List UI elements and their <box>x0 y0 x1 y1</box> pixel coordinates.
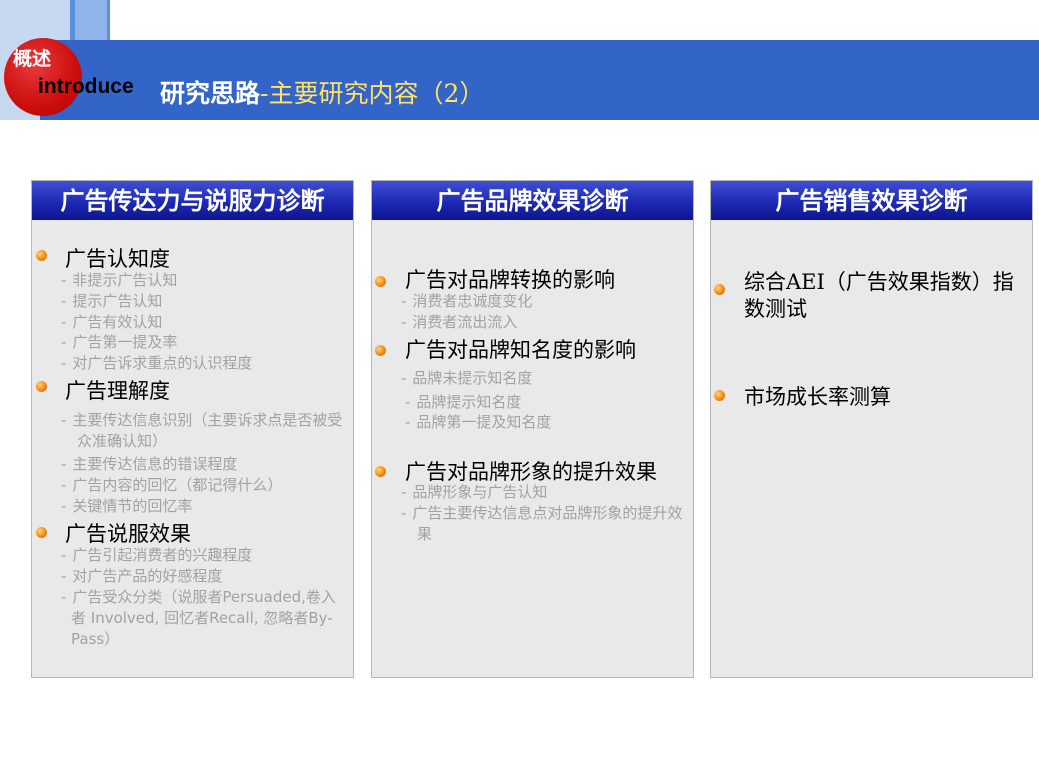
bullet-icon <box>36 527 47 538</box>
section-badge-label: 概述 <box>13 48 52 70</box>
list-item: - 关键情节的回忆率 <box>61 497 193 515</box>
bullet-icon <box>714 284 725 295</box>
group-title: 广告对品牌转换的影响 <box>405 268 615 292</box>
section-badge-sublabel: introduce <box>38 75 134 98</box>
group-title: 广告说服效果 <box>65 522 191 546</box>
list-item: - 对广告产品的好感程度 <box>61 567 223 585</box>
group-title: 广告认知度 <box>65 247 170 271</box>
list-item: - 非提示广告认知 <box>61 271 178 289</box>
bullet-icon <box>714 390 725 401</box>
list-item: - 品牌提示知名度 <box>405 393 522 411</box>
page-title: 研究思路-主要研究内容（2） <box>160 74 484 110</box>
group-title: 市场成长率测算 <box>744 385 891 409</box>
list-item: - 广告有效认知 <box>61 313 163 331</box>
group-title: 广告对品牌知名度的影响 <box>405 338 636 362</box>
column-brand: 广告品牌效果诊断 广告对品牌转换的影响 - 消费者忠诚度变化 - 消费者流出流入 广… <box>371 180 694 678</box>
column-heading: 广告品牌效果诊断 <box>372 181 693 220</box>
list-item: - 提示广告认知 <box>61 292 163 310</box>
list-item: - 品牌第一提及知名度 <box>405 413 552 431</box>
column-communication: 广告传达力与说服力诊断 广告认知度 - 非提示广告认知 - 提示广告认知 - 广告有效… <box>31 180 354 678</box>
list-item: - 广告引起消费者的兴趣程度 <box>61 546 253 564</box>
page-title-main: 研究思路 <box>160 79 261 108</box>
list-item: - 消费者流出流入 <box>401 313 518 331</box>
column-heading: 广告销售效果诊断 <box>711 181 1032 220</box>
bullet-icon <box>36 250 47 261</box>
list-item: - 广告内容的回忆（都记得什么） <box>61 476 283 494</box>
bullet-icon <box>375 345 386 356</box>
list-item: - 主要传达信息识别（主要诉求点是否被受众准确认知） <box>61 411 343 450</box>
list-item: - 消费者忠诚度变化 <box>401 292 533 310</box>
list-item: - 品牌形象与广告认知 <box>401 483 548 501</box>
bullet-icon <box>375 466 386 477</box>
list-item: - 广告第一提及率 <box>61 333 178 351</box>
list-item: - 广告主要传达信息点对品牌形象的提升效果 <box>401 504 683 543</box>
page-title-sub: -主要研究内容（2） <box>260 79 485 108</box>
bullet-icon <box>36 381 47 392</box>
header-decor-square <box>75 0 107 40</box>
list-item: - 主要传达信息的错误程度 <box>61 455 238 473</box>
group-title: 综合AEI（广告效果指数）指数测试 <box>744 270 1014 321</box>
list-item: - 对广告诉求重点的认识程度 <box>61 354 253 372</box>
bullet-icon <box>375 276 386 287</box>
column-heading: 广告传达力与说服力诊断 <box>32 181 353 220</box>
list-item: - 品牌未提示知名度 <box>401 369 533 387</box>
group-title: 广告理解度 <box>65 379 170 403</box>
column-sales: 广告销售效果诊断 综合AEI（广告效果指数）指数测试 市场成长率测算 <box>710 180 1033 678</box>
list-item: - 广告受众分类（说服者Persuaded,卷入者 Involved, 回忆者Re… <box>61 588 336 648</box>
